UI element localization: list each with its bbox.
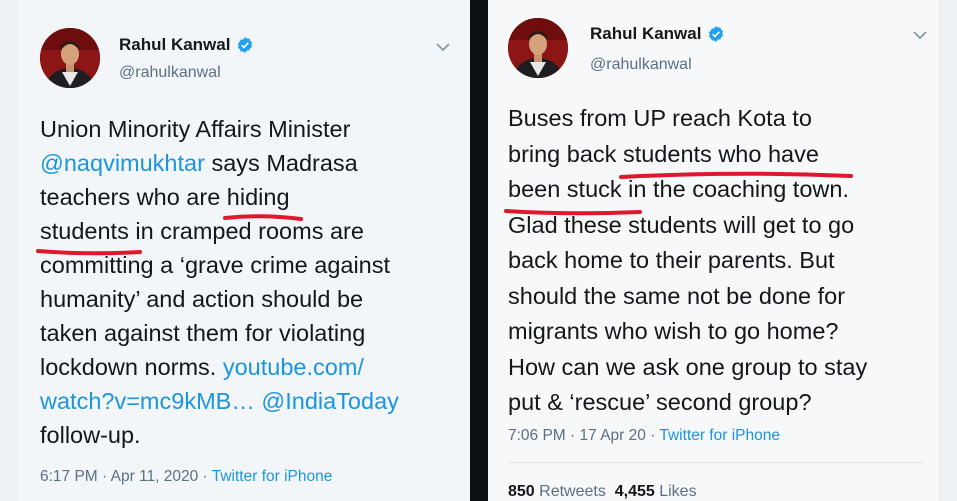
text-span: put & ‘rescue’ second group? bbox=[508, 389, 812, 415]
source-link[interactable]: Twitter for iPhone bbox=[212, 468, 333, 485]
tweet-line: @naqvimukhtar says Madrasa bbox=[40, 146, 399, 180]
verified-badge-icon bbox=[709, 26, 724, 42]
left-margin bbox=[0, 0, 18, 501]
verified-badge-icon bbox=[238, 37, 253, 53]
timestamp[interactable]: 6:17 PM · Apr 11, 2020 · bbox=[40, 468, 212, 485]
text-span: Buses from UP reach Kota to bbox=[508, 105, 812, 131]
avatar-photo-icon bbox=[40, 28, 100, 88]
likes-label: Likes bbox=[654, 483, 697, 500]
avatar[interactable] bbox=[40, 28, 100, 88]
timestamp[interactable]: 7:06 PM · 17 Apr 20 · bbox=[508, 427, 659, 444]
tweet-line: put & ‘rescue’ second group? bbox=[508, 385, 867, 421]
text-span: hiding bbox=[226, 184, 290, 210]
tweet-line: bring back students who have bbox=[508, 137, 867, 179]
tweet-metadata: 6:17 PM · Apr 11, 2020 · Twitter for iPh… bbox=[40, 468, 332, 486]
display-name-text[interactable]: Rahul Kanwal bbox=[119, 35, 230, 55]
text-span: teachers who are bbox=[40, 184, 227, 210]
likes-stat[interactable]: 4,455 Likes bbox=[615, 483, 697, 500]
avatar[interactable] bbox=[508, 18, 568, 78]
right-margin bbox=[938, 0, 957, 501]
red-underline-mark bbox=[36, 249, 142, 256]
tweet-line: teachers who are hiding bbox=[40, 180, 399, 221]
text-span: students bbox=[40, 218, 129, 244]
text-span: says Madrasa bbox=[204, 150, 358, 176]
display-name[interactable]: Rahul Kanwal bbox=[590, 24, 725, 44]
engagement-stats: 850 Retweets 4,455 Likes bbox=[508, 483, 697, 501]
tweet-line: humanity’ and action should be bbox=[40, 282, 399, 316]
text-span: back home to their parents. But bbox=[508, 247, 835, 273]
text-span: lockdown norms. bbox=[40, 354, 223, 380]
tweet-card-1: Rahul Kanwal @rahulkanwal Union Minority… bbox=[18, 0, 470, 501]
underlined-phrase: been stuck bbox=[504, 172, 642, 215]
text-span: should the same not be done for bbox=[508, 282, 846, 309]
tweet-line: follow-up. bbox=[40, 418, 399, 452]
avatar-photo-icon bbox=[508, 18, 568, 78]
text-span: been stuck bbox=[508, 176, 622, 202]
tweet-metadata: 7:06 PM · 17 Apr 20 · Twitter for iPhone bbox=[508, 427, 780, 445]
tweet-text: Union Minority Affairs Minister @naqvimu… bbox=[36, 112, 399, 452]
tweet-line: back home to their parents. But bbox=[508, 243, 867, 279]
text-span: follow-up. bbox=[40, 422, 141, 448]
text-span: Union Minority Affairs Minister bbox=[40, 116, 351, 142]
text-span: humanity’ and action should be bbox=[40, 286, 364, 312]
display-name[interactable]: Rahul Kanwal bbox=[119, 35, 254, 55]
likes-count: 4,455 bbox=[614, 483, 655, 500]
underlined-word: students bbox=[36, 214, 142, 256]
tweet-line: migrants who wish to go home? bbox=[508, 314, 867, 350]
source-link[interactable]: Twitter for iPhone bbox=[659, 427, 780, 444]
url-link[interactable]: watch?v=mc9kMB… bbox=[40, 388, 255, 414]
red-underline-mark bbox=[222, 214, 303, 221]
tweet-card-2: Rahul Kanwal @rahulkanwal Buses from UP … bbox=[488, 0, 938, 501]
text-span: students who have bbox=[622, 140, 819, 167]
tweet-line: students in cramped rooms are bbox=[36, 214, 399, 256]
center-divider bbox=[470, 0, 488, 501]
handle[interactable]: @rahulkanwal bbox=[590, 56, 692, 74]
mention-link[interactable]: @IndiaToday bbox=[261, 388, 399, 414]
mention-link[interactable]: @naqvimukhtar bbox=[40, 150, 205, 176]
tweet-line: Union Minority Affairs Minister bbox=[40, 112, 399, 146]
tweet-line: lockdown norms. youtube.com/ bbox=[40, 350, 399, 384]
tweet-line: should the same not be done for bbox=[508, 279, 867, 315]
url-link[interactable]: youtube.com/ bbox=[223, 354, 364, 380]
tweet-text: Buses from UP reach Kota to bring back s… bbox=[504, 101, 867, 421]
tweet-line: watch?v=mc9kMB… @IndiaToday bbox=[40, 384, 399, 418]
text-span: bring back bbox=[508, 140, 623, 167]
underlined-phrase: students who have bbox=[618, 137, 853, 179]
retweets-stat[interactable]: 850 Retweets bbox=[508, 483, 606, 500]
underlined-word: hiding bbox=[222, 180, 303, 221]
text-span: taken against them for violating bbox=[40, 320, 366, 346]
chevron-down-icon[interactable] bbox=[436, 42, 450, 52]
handle[interactable]: @rahulkanwal bbox=[119, 64, 221, 82]
retweets-count: 850 bbox=[508, 483, 535, 500]
tweet-line: Buses from UP reach Kota to bbox=[508, 101, 867, 137]
separator bbox=[508, 462, 924, 463]
text-span: How can we ask one group to stay bbox=[508, 353, 868, 380]
red-underline-mark bbox=[618, 171, 853, 179]
red-underline-mark bbox=[504, 208, 642, 215]
text-span: migrants who wish to go home? bbox=[508, 318, 839, 344]
tweet-line: taken against them for violating bbox=[40, 316, 399, 350]
display-name-text[interactable]: Rahul Kanwal bbox=[590, 24, 701, 44]
chevron-down-icon[interactable] bbox=[913, 30, 927, 40]
retweets-label: Retweets bbox=[534, 483, 606, 500]
tweet-line: How can we ask one group to stay bbox=[508, 350, 867, 386]
